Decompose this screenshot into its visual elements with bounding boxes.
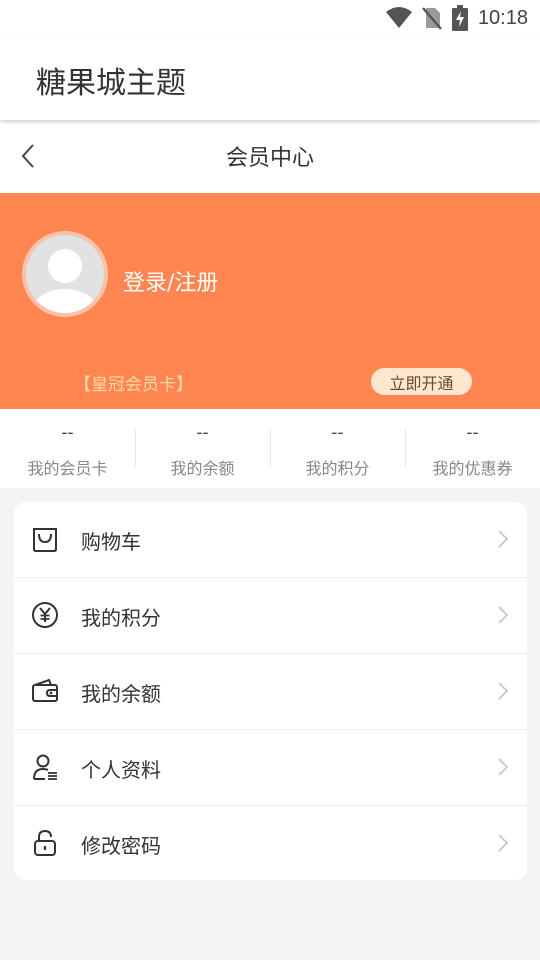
profile-banner: 登录/注册 【皇冠会员卡】 立即开通 [0, 193, 540, 409]
open-membership-button[interactable]: 立即开通 [371, 368, 472, 395]
yen-coin-icon [32, 602, 58, 628]
login-register-link[interactable]: 登录/注册 [123, 265, 218, 297]
menu-item-label: 修改密码 [81, 834, 161, 858]
shopping-bag-icon [33, 528, 57, 552]
stat-member-card[interactable]: -- 我的会员卡 [0, 409, 135, 488]
stat-points[interactable]: -- 我的积分 [270, 409, 405, 488]
stat-label: 我的积分 [305, 459, 370, 478]
chevron-right-icon [498, 606, 509, 624]
vip-card-label: 【皇冠会员卡】 [74, 375, 193, 395]
status-bar: 10:18 [0, 0, 540, 36]
menu-item-label: 个人资料 [81, 758, 161, 782]
stat-label: 我的余额 [170, 459, 235, 478]
wallet-icon [32, 678, 58, 702]
stat-label: 我的会员卡 [27, 459, 108, 478]
lock-icon [34, 829, 56, 856]
stat-label: 我的优惠券 [432, 459, 513, 478]
stat-value: -- [196, 423, 209, 443]
wifi-icon [385, 7, 412, 28]
chevron-right-icon [498, 834, 509, 852]
stat-value: -- [466, 423, 479, 443]
no-sim-icon [422, 7, 442, 30]
menu-item-profile[interactable]: 个人资料 [14, 730, 527, 806]
menu-item-label: 我的积分 [81, 606, 161, 630]
stat-balance[interactable]: -- 我的余额 [135, 409, 270, 488]
stat-value: -- [61, 423, 74, 443]
menu-item-balance[interactable]: 我的余额 [14, 654, 527, 730]
menu-item-label: 购物车 [81, 530, 141, 554]
menu-item-cart[interactable]: 购物车 [14, 502, 527, 578]
status-icons: 10:18 [385, 5, 528, 31]
app-title: 糖果城主题 [36, 66, 186, 101]
chevron-right-icon [498, 758, 509, 776]
menu-item-change-password[interactable]: 修改密码 [14, 806, 527, 880]
avatar[interactable] [22, 231, 108, 317]
stats-row: -- 我的会员卡 -- 我的余额 -- 我的积分 -- 我的优惠券 [0, 409, 540, 488]
status-time: 10:18 [477, 6, 528, 29]
menu-item-points[interactable]: 我的积分 [14, 578, 527, 654]
stat-coupons[interactable]: -- 我的优惠券 [405, 409, 540, 488]
chevron-right-icon [498, 530, 509, 548]
menu-item-label: 我的余额 [81, 682, 161, 706]
page-title: 会员中心 [225, 146, 314, 171]
menu-card: 购物车 我的积分 我的余额 个人资料 修改密码 [14, 502, 527, 880]
stat-value: -- [331, 423, 344, 443]
user-profile-icon [33, 754, 57, 780]
chevron-right-icon [498, 682, 509, 700]
default-avatar-icon [26, 235, 104, 313]
battery-charging-icon [451, 5, 468, 31]
nav-header: 会员中心 [0, 120, 540, 193]
app-bar: 糖果城主题 [0, 36, 540, 120]
